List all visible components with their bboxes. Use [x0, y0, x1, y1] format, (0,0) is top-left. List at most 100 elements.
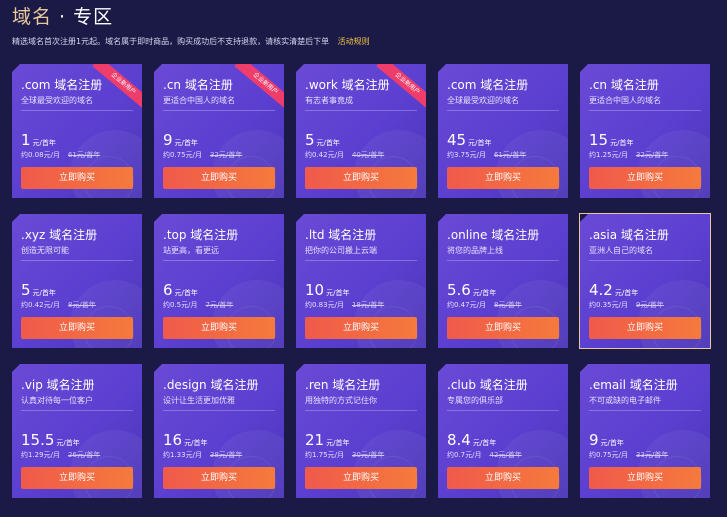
card-title: .cn 域名注册 [589, 78, 659, 92]
price-unit: 元/首年 [326, 289, 350, 297]
card-title: .com 域名注册 [447, 78, 529, 92]
card-monthly: 约0.7元/月 42元/首年 [447, 450, 522, 460]
price-unit: 元/首年 [468, 139, 492, 147]
original-price: 8元/首年 [67, 301, 96, 309]
buy-now-button[interactable]: 立即购买 [163, 317, 275, 339]
domain-card[interactable]: .cn 域名注册 更适合中国人的域名 15 元/首年 约1.25元/月 32元/首年 立即购… [580, 64, 710, 198]
card-price: 6 元/首年 [163, 280, 198, 299]
price-unit: 元/首年 [184, 439, 208, 447]
card-divider [21, 110, 133, 111]
card-price: 5 元/首年 [21, 280, 56, 299]
original-price: 18元/首年 [351, 301, 385, 309]
monthly-price: 约1.75元/月 [305, 451, 344, 459]
title-separator: · [52, 6, 74, 28]
card-corner-notch [12, 64, 20, 72]
card-monthly: 约0.35元/月 9元/首年 [589, 300, 664, 310]
buy-now-button[interactable]: 立即购买 [21, 167, 133, 189]
card-corner-notch [580, 64, 588, 72]
card-monthly: 约0.08元/月 61元/首年 [21, 150, 100, 160]
card-divider [21, 260, 133, 261]
monthly-price: 约0.35元/月 [589, 301, 628, 309]
price-unit: 元/首年 [316, 139, 340, 147]
card-monthly: 约1.33元/月 38元/首年 [163, 450, 242, 460]
rules-link[interactable]: 活动规则 [338, 37, 370, 46]
card-monthly: 约1.75元/月 30元/首年 [305, 450, 384, 460]
card-monthly: 约0.42元/月 40元/首年 [305, 150, 384, 160]
card-divider [447, 110, 559, 111]
card-price: 1 元/首年 [21, 130, 56, 149]
card-description: 全球最受欢迎的域名 [21, 96, 93, 105]
monthly-price: 约0.42元/月 [21, 301, 60, 309]
buy-now-button[interactable]: 立即购买 [305, 467, 417, 489]
card-divider [163, 410, 275, 411]
buy-now-button[interactable]: 立即购买 [447, 317, 559, 339]
price-value: 6 [163, 281, 173, 299]
card-corner-notch [438, 364, 446, 372]
price-value: 16 [163, 431, 183, 449]
domain-card[interactable]: .vip 域名注册 认真对待每一位客户 15.5 元/首年 约1.29元/月 26元/首年… [12, 364, 142, 498]
buy-now-button[interactable]: 立即购买 [589, 167, 701, 189]
domain-card[interactable]: .work 域名注册 有志者事竟成 5 元/首年 约0.42元/月 40元/首年 立即购买企… [296, 64, 426, 198]
price-unit: 元/首年 [32, 289, 56, 297]
domain-card[interactable]: .top 域名注册 站更高，看更远 6 元/首年 约0.5元/月 7元/首年 立即购买 [154, 214, 284, 348]
original-price: 26元/首年 [67, 451, 101, 459]
card-corner-notch [296, 64, 304, 72]
monthly-price: 约0.83元/月 [305, 301, 344, 309]
card-divider [589, 410, 701, 411]
buy-now-button[interactable]: 立即购买 [589, 317, 701, 339]
card-corner-notch [154, 64, 162, 72]
card-divider [163, 260, 275, 261]
domain-card[interactable]: .cn 域名注册 更适合中国人的域名 9 元/首年 约0.75元/月 32元/首年 立即购买… [154, 64, 284, 198]
price-unit: 元/首年 [56, 439, 80, 447]
original-price: 38元/首年 [209, 451, 243, 459]
card-description: 设计让生活更加优雅 [163, 396, 235, 405]
notice-text: 精选域名首次注册1元起。域名属于即时商品，购买成功后不支持退款，请核实清楚后下单 [12, 37, 330, 46]
card-monthly: 约0.47元/月 8元/首年 [447, 300, 522, 310]
card-price: 10 元/首年 [305, 280, 349, 299]
card-monthly: 约3.75元/月 61元/首年 [447, 150, 526, 160]
price-unit: 元/首年 [174, 139, 198, 147]
buy-now-button[interactable]: 立即购买 [589, 467, 701, 489]
card-monthly: 约0.42元/月 8元/首年 [21, 300, 96, 310]
card-corner-notch [296, 364, 304, 372]
card-description: 用独特的方式记住你 [305, 396, 377, 405]
card-title: .work 域名注册 [305, 78, 390, 92]
domain-card[interactable]: .com 域名注册 全球最受欢迎的域名 45 元/首年 约3.75元/月 61元/首年 立即… [438, 64, 568, 198]
buy-now-button[interactable]: 立即购买 [21, 317, 133, 339]
monthly-price: 约1.25元/月 [589, 151, 628, 159]
domain-card[interactable]: .email 域名注册 不可或缺的电子邮件 9 元/首年 约0.75元/月 33元/首年立… [580, 364, 710, 498]
card-description: 认真对待每一位客户 [21, 396, 93, 405]
domain-card[interactable]: .ltd 域名注册 把你的公司搬上云端 10 元/首年 约0.83元/月 18元/首年 立即… [296, 214, 426, 348]
domain-card[interactable]: .online 域名注册 将您的品牌上线 5.6 元/首年 约0.47元/月 8元/首年立… [438, 214, 568, 348]
card-description: 创造无限可能 [21, 246, 69, 255]
buy-now-button[interactable]: 立即购买 [447, 467, 559, 489]
card-price: 45 元/首年 [447, 130, 491, 149]
domain-card[interactable]: .ren 域名注册 用独特的方式记住你 21 元/首年 约1.75元/月 30元/首年 立即… [296, 364, 426, 498]
card-divider [305, 110, 417, 111]
original-price: 61元/首年 [67, 151, 101, 159]
price-value: 45 [447, 131, 467, 149]
monthly-price: 约1.29元/月 [21, 451, 60, 459]
domain-card[interactable]: .asia 域名注册 亚洲人自己的域名 4.2 元/首年 约0.35元/月 9元/首年 立即… [579, 213, 711, 349]
monthly-price: 约0.75元/月 [589, 451, 628, 459]
domain-card[interactable]: .club 域名注册 专属您的俱乐部 8.4 元/首年 约0.7元/月 42元/首年 立即购… [438, 364, 568, 498]
card-divider [305, 410, 417, 411]
buy-now-button[interactable]: 立即购买 [305, 317, 417, 339]
buy-now-button[interactable]: 立即购买 [305, 167, 417, 189]
card-price: 8.4 元/首年 [447, 430, 496, 449]
buy-now-button[interactable]: 立即购买 [21, 467, 133, 489]
price-unit: 元/首年 [174, 289, 198, 297]
card-monthly: 约0.75元/月 33元/首年 [589, 450, 668, 460]
buy-now-button[interactable]: 立即购买 [163, 467, 275, 489]
buy-now-button[interactable]: 立即购买 [447, 167, 559, 189]
buy-now-button[interactable]: 立即购买 [163, 167, 275, 189]
card-title: .ren 域名注册 [305, 378, 381, 392]
price-value: 1 [21, 131, 31, 149]
card-price: 16 元/首年 [163, 430, 207, 449]
domain-card[interactable]: .com 域名注册 全球最受欢迎的域名 1 元/首年 约0.08元/月 61元/首年 立即购… [12, 64, 142, 198]
card-monthly: 约0.75元/月 32元/首年 [163, 150, 242, 160]
monthly-price: 约0.7元/月 [447, 451, 482, 459]
domain-card[interactable]: .xyz 域名注册创造无限可能 5 元/首年约0.42元/月 8元/首年立即购买 [12, 214, 142, 348]
card-title: .xyz 域名注册 [21, 228, 98, 242]
domain-card[interactable]: .design 域名注册 设计让生活更加优雅 16 元/首年 约1.33元/月 38元/首… [154, 364, 284, 498]
